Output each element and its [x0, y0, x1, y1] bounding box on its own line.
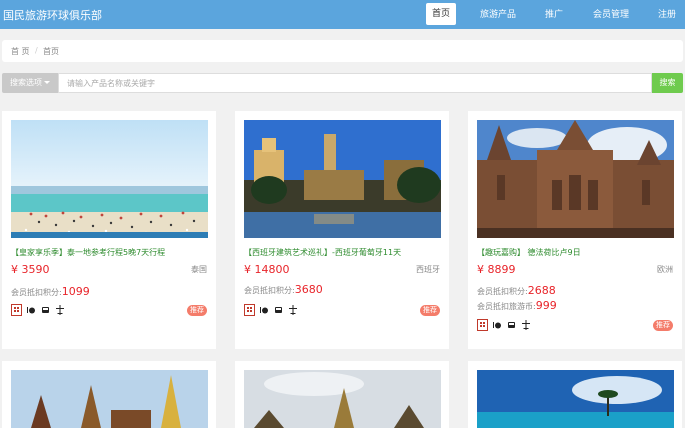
product-region: 泰国	[191, 265, 207, 274]
nav-member-management[interactable]: 会员管理	[593, 7, 629, 20]
dining-icon	[260, 307, 268, 314]
product-image-palace[interactable]	[244, 370, 441, 428]
palace-photo	[244, 370, 441, 428]
points-label: 会员抵扣积分:	[244, 286, 295, 295]
product-price: ¥ 3590	[11, 263, 50, 276]
product-card[interactable]: 【趣玩嘉购】 德法荷比卢9日 ¥ 8899 欧洲 会员抵扣积分:2688 会员抵…	[468, 111, 682, 349]
breadcrumb-current: 首页	[43, 47, 59, 56]
nav-travel-products[interactable]: 旅游产品	[480, 7, 516, 20]
bus-icon	[508, 322, 515, 328]
hotel-icon	[477, 319, 488, 331]
breadcrumb: 首 页 / 首页	[2, 40, 683, 62]
product-card[interactable]: 【西班牙建筑艺术巡礼】-西班牙葡萄牙11天 ¥ 14800 西班牙 会员抵扣积分…	[235, 111, 449, 349]
product-card[interactable]	[468, 361, 682, 428]
top-navbar: 国民旅游环球俱乐部 首页 旅游产品 推广 会员管理 注册	[0, 0, 685, 29]
breadcrumb-separator: /	[35, 46, 38, 55]
hotel-icon	[244, 304, 255, 316]
chevron-down-icon	[44, 81, 50, 84]
search-input[interactable]	[58, 73, 652, 93]
bus-icon	[42, 307, 49, 313]
nav-promotion[interactable]: 推广	[545, 7, 563, 20]
product-region: 欧洲	[657, 265, 673, 274]
flight-icon	[522, 320, 530, 330]
beach-photo	[11, 120, 208, 238]
cathedral-photo	[477, 120, 674, 238]
product-region: 西班牙	[416, 265, 440, 274]
coins-value: 999	[535, 299, 557, 312]
coins-deduction: 会员抵扣旅游币:999	[477, 299, 557, 312]
product-price: ¥ 8899	[477, 263, 516, 276]
product-title[interactable]: 【西班牙建筑艺术巡礼】-西班牙葡萄牙11天	[244, 247, 401, 258]
search-options-dropdown[interactable]: 搜索选项	[2, 73, 58, 93]
breadcrumb-home-link[interactable]: 首 页	[11, 46, 30, 57]
nav-home[interactable]: 首页	[426, 3, 457, 25]
product-image-madrid[interactable]	[244, 120, 441, 238]
product-card[interactable]: 【皇家享乐季】泰一地参考行程5晚7天行程 ¥ 3590 泰国 会员抵扣积分:10…	[2, 111, 216, 349]
search-button[interactable]: 搜索	[652, 73, 683, 93]
recommend-badge: 推荐	[420, 305, 440, 316]
amenity-icons	[477, 319, 597, 331]
points-value: 1099	[61, 285, 90, 298]
search-bar: 搜索选项 搜索	[2, 73, 683, 93]
product-title[interactable]: 【趣玩嘉购】 德法荷比卢9日	[477, 247, 581, 258]
plaza-photo	[244, 120, 441, 238]
product-image-beach[interactable]	[11, 120, 208, 238]
product-image-island[interactable]	[477, 370, 674, 428]
product-image-cathedral[interactable]	[477, 120, 674, 238]
bus-icon	[275, 307, 282, 313]
product-title[interactable]: 【皇家享乐季】泰一地参考行程5晚7天行程	[11, 247, 165, 258]
product-image-temple[interactable]	[11, 370, 208, 428]
coins-label: 会员抵扣旅游币:	[477, 302, 536, 311]
recommend-badge: 推荐	[653, 320, 673, 331]
product-card[interactable]	[2, 361, 216, 428]
amenity-icons	[11, 304, 131, 316]
points-label: 会员抵扣积分:	[11, 288, 62, 297]
recommend-badge: 推荐	[187, 305, 207, 316]
brand-title[interactable]: 国民旅游环球俱乐部	[3, 7, 102, 23]
points-deduction: 会员抵扣积分:3680	[244, 283, 323, 296]
flight-icon	[56, 305, 64, 315]
points-value: 2688	[527, 284, 556, 297]
points-label: 会员抵扣积分:	[477, 287, 528, 296]
hotel-icon	[11, 304, 22, 316]
product-card[interactable]	[235, 361, 449, 428]
dining-icon	[27, 307, 35, 314]
points-deduction: 会员抵扣积分:2688	[477, 284, 556, 297]
temple-photo	[11, 370, 208, 428]
points-value: 3680	[294, 283, 323, 296]
product-price: ¥ 14800	[244, 263, 290, 276]
amenity-icons	[244, 304, 364, 316]
island-photo	[477, 370, 674, 428]
flight-icon	[289, 305, 297, 315]
points-deduction: 会员抵扣积分:1099	[11, 285, 90, 298]
nav-register[interactable]: 注册	[658, 7, 676, 20]
dining-icon	[493, 322, 501, 329]
search-options-label: 搜索选项	[10, 78, 42, 87]
